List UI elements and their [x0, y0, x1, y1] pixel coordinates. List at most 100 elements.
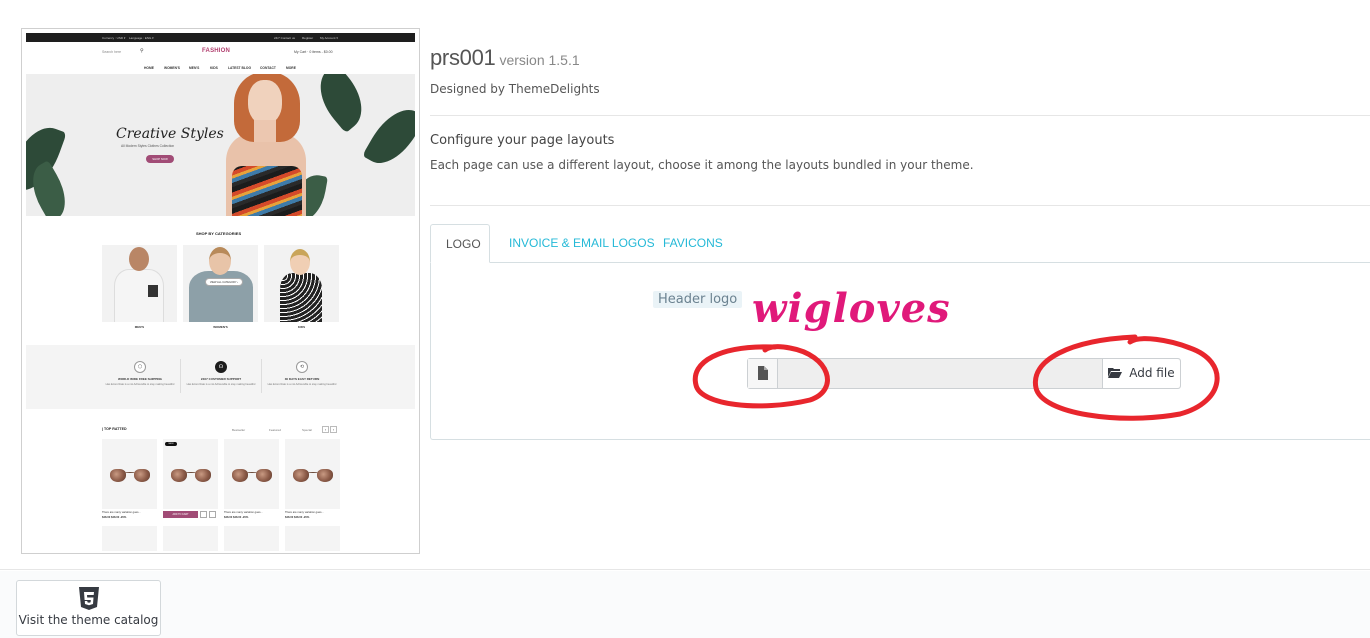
lens [110, 469, 126, 482]
model-top [232, 166, 302, 216]
sunglasses-image [293, 469, 333, 483]
prev-arrow-icon: ‹ [322, 426, 329, 433]
service-text: Has Ecoro Rate is a not Achievable to st… [267, 383, 337, 386]
add-file-label: Add file [1129, 366, 1175, 380]
preview-nav-item: WOMEN'S [164, 66, 180, 70]
preview-nav-item: KIDS [210, 66, 218, 70]
header-logo-label: Header logo [653, 291, 743, 308]
product-price: $48.00 $48.00 -20% [102, 516, 127, 519]
add-file-button[interactable]: Add file [1102, 359, 1180, 388]
service-item: ☊ 24X7 CUSTOMER SUPPORT Has Ecoro Rate i… [181, 361, 261, 386]
service-item: ⬡ WORLD WIDE FREE SHIPPING Has Ecoro Rat… [100, 361, 180, 386]
product-price: $48.00 $48.00 -20% [224, 516, 249, 519]
product-card [285, 439, 340, 509]
preview-services: ⬡ WORLD WIDE FREE SHIPPING Has Ecoro Rat… [26, 345, 415, 409]
theme-version: version 1.5.1 [499, 52, 580, 68]
product-name: There are many variation gues... [285, 511, 324, 514]
tab-invoice-email-logos[interactable]: INVOICE & EMAIL LOGOS [494, 224, 670, 263]
lens [171, 469, 187, 482]
theme-designer: Designed by ThemeDelights [430, 82, 600, 96]
category-card [264, 245, 339, 322]
divider [430, 115, 1370, 116]
sunglasses-image [171, 469, 211, 483]
product-card [163, 526, 218, 551]
product-card [224, 526, 279, 551]
preview-site: Currency : USD ▾ Language : ENG ▾ 24/7 C… [26, 33, 415, 551]
product-name: There are many variation gues... [102, 511, 141, 514]
theme-name: prs001 [430, 45, 496, 70]
divider [430, 205, 1370, 206]
add-to-cart-button: ADD TO CART [163, 511, 198, 518]
hero-button: SHOP NOW [146, 155, 174, 163]
theme-title: prs001 version 1.5.1 [430, 45, 580, 71]
preview-logo: FASHION [202, 48, 231, 54]
html5-icon [78, 587, 99, 610]
category-label: MEN'S [134, 325, 145, 329]
category-label: KIDS [297, 325, 306, 329]
tab-favicons[interactable]: FAVICONS [648, 224, 738, 263]
headset-icon: ☊ [215, 361, 227, 373]
watermark-text: wigloves [752, 285, 951, 332]
product-name: There are many variation gues... [224, 511, 263, 514]
preview-nav-item: MEN'S [189, 66, 200, 70]
theme-page: Currency : USD ▾ Language : ENG ▾ 24/7 C… [0, 0, 1370, 638]
compare-icon [209, 511, 216, 518]
file-name-input[interactable] [778, 359, 1102, 388]
footer-bar [0, 571, 1370, 638]
product-tab: Featured [269, 428, 282, 432]
lens [195, 469, 211, 482]
model-neck [254, 120, 276, 142]
preview-currency: Currency : USD ▾ [102, 36, 126, 40]
return-icon: ⟲ [296, 361, 308, 373]
service-text: Has Ecoro Rate is a not Achievable to st… [105, 383, 175, 386]
preview-nav-item: LATEST BLOG [228, 66, 252, 70]
hero-subtitle: All Modern Styles Clothes Collection [121, 144, 175, 148]
folder-open-icon [1108, 366, 1126, 380]
file-icon [748, 359, 778, 388]
person-body [280, 273, 322, 322]
catalog-label: Visit the theme catalog [18, 613, 159, 627]
preview-nav-item: CONTACT [260, 66, 276, 70]
visit-theme-catalog-button[interactable]: Visit the theme catalog [16, 580, 161, 636]
hero-title: Creative Styles [116, 126, 224, 142]
lens [256, 469, 272, 482]
preview-language: Language : ENG ▾ [129, 36, 154, 40]
product-tab: Bestseller [232, 428, 246, 432]
model-face [248, 80, 282, 124]
preview-nav: HOME WOMEN'S MEN'S KIDS LATEST BLOG CONT… [26, 64, 415, 74]
category-card: VIEW ALL CATEGORY › [183, 245, 258, 322]
preview-hero-banner: Creative Styles All Modern Styles Clothe… [26, 74, 415, 216]
categories-title: SHOP BY CATEGORIES [196, 231, 242, 236]
lens [293, 469, 309, 482]
product-card: NEW [163, 439, 218, 509]
lens [317, 469, 333, 482]
file-icon-svg [757, 366, 768, 380]
product-card [102, 439, 157, 509]
category-card [102, 245, 177, 322]
new-badge: NEW [165, 442, 177, 446]
preview-nav-item: MORE [286, 66, 296, 70]
person-head [129, 247, 149, 271]
category-label: WOMEN'S [213, 325, 228, 329]
service-title: 30 DAYS EASY RETURN [284, 377, 320, 381]
preview-contact: 24/7 Contact us [274, 36, 296, 40]
logo-file-upload: Add file [747, 358, 1181, 389]
service-title: 24X7 CUSTOMER SUPPORT [200, 377, 242, 381]
product-price: $48.00 $48.00 -20% [285, 516, 310, 519]
service-item: ⟲ 30 DAYS EASY RETURN Has Ecoro Rate is … [262, 361, 342, 386]
leaf-shape [307, 74, 375, 134]
theme-preview-image: Currency : USD ▾ Language : ENG ▾ 24/7 C… [21, 28, 420, 554]
sunglasses-image [232, 469, 272, 483]
product-card [285, 526, 340, 551]
layouts-link[interactable]: Configure your page layouts [430, 133, 614, 148]
tab-logo[interactable]: LOGO [430, 224, 490, 263]
service-title: WORLD WIDE FREE SHIPPING [117, 377, 162, 381]
category-button: VIEW ALL CATEGORY › [205, 278, 243, 286]
person-head [209, 247, 231, 275]
preview-search: Search here [102, 50, 122, 54]
person-head [290, 249, 310, 275]
leaf-shape [362, 99, 415, 174]
preview-nav-item: HOME [144, 66, 154, 70]
package-icon: ⬡ [134, 361, 146, 373]
service-text: Has Ecoro Rate is a not Achievable to st… [186, 383, 256, 386]
